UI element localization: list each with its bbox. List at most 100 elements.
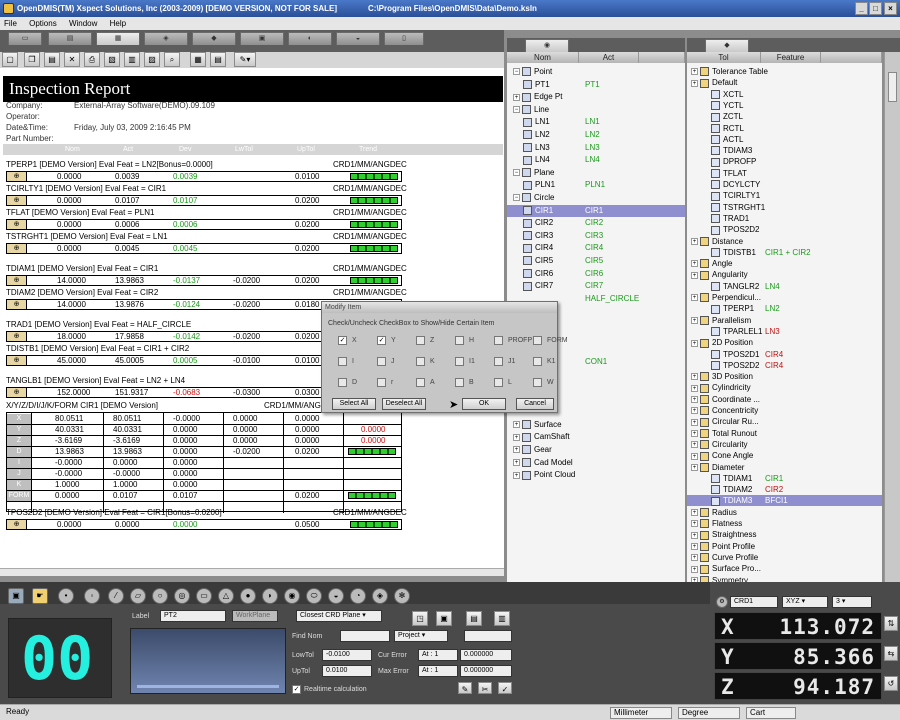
slot-tool-icon[interactable]: ⬭ (306, 588, 322, 604)
expand-icon[interactable]: + (691, 68, 698, 76)
tree-item[interactable]: CIR3 CIR3 (507, 230, 685, 242)
angle-select[interactable]: Degree (678, 707, 740, 719)
new-icon[interactable]: ▢ (2, 52, 18, 67)
deselect-all-button[interactable]: Deselect All (382, 398, 426, 410)
expand-icon[interactable]: + (691, 441, 698, 449)
sphere-tool-icon[interactable]: ● (240, 588, 256, 604)
tol-tree-item[interactable]: + Angularity (687, 269, 882, 280)
expand-icon[interactable]: + (691, 339, 698, 347)
expand-icon[interactable]: + (691, 463, 698, 471)
show-item-checkbox[interactable] (377, 378, 386, 387)
expand-icon[interactable]: + (691, 531, 698, 539)
tol-tree-item[interactable]: + Cone Angle (687, 450, 882, 461)
tol-tree-item[interactable]: + Cylindricity (687, 382, 882, 393)
cylinder-tool-icon[interactable]: ▭ (196, 588, 212, 604)
expand-icon[interactable]: + (691, 316, 698, 324)
realtime-checkbox[interactable]: ✓ (292, 685, 301, 694)
show-item-checkbox[interactable] (455, 336, 464, 345)
surface-tool-icon[interactable]: ◒ (328, 588, 344, 604)
tab-8[interactable]: ◒ (336, 32, 380, 45)
circle-tool-icon[interactable]: ○ (152, 588, 168, 604)
hits-slider[interactable] (137, 685, 279, 688)
plane-tool-icon[interactable]: ▱ (130, 588, 146, 604)
delete-icon[interactable]: ✕ (64, 52, 80, 67)
point-tool-icon[interactable]: • (58, 588, 74, 604)
torus-tool-icon[interactable]: ◉ (284, 588, 300, 604)
expand-icon[interactable]: + (691, 565, 698, 573)
tree-item[interactable]: + Surface (507, 419, 685, 431)
tab-2[interactable]: ▤ (48, 32, 92, 45)
lowtol-input[interactable]: -0.0100 (322, 649, 372, 661)
scroll-thumb[interactable] (888, 72, 897, 102)
tol-tree-item[interactable]: + Radius (687, 507, 882, 518)
expand-icon[interactable]: + (513, 446, 520, 454)
gear-tool-icon[interactable]: ✻ (394, 588, 410, 604)
find-nom-input[interactable] (340, 630, 390, 642)
close-button[interactable]: × (884, 2, 897, 15)
tol-tree-item[interactable]: + Surface Pro... (687, 563, 882, 574)
dro-icon-1[interactable]: ⇅ (884, 616, 898, 631)
feature-row[interactable]: ⊕ 0.0000 0.0107 0.0107 0.0200 (6, 195, 402, 206)
tol-tree-item[interactable]: + Symmetry (687, 575, 882, 582)
tol-tree-item[interactable]: + Point Profile (687, 541, 882, 552)
tol-tree-item[interactable]: +3D Position (687, 371, 882, 382)
show-item-checkbox[interactable] (494, 336, 503, 345)
measure-icon-3[interactable]: ▤ (466, 611, 482, 626)
tol-tree-item[interactable]: TPOS2D1 CIR4 (687, 349, 882, 360)
bottom-icon-3[interactable]: ✓ (498, 682, 512, 694)
options-dropdown-icon[interactable]: ✎▾ (234, 52, 256, 67)
tree-item[interactable]: + Gear (507, 444, 685, 456)
menu-options[interactable]: Options (29, 17, 57, 30)
tab-4[interactable]: ◈ (144, 32, 188, 45)
tol-tree-item[interactable]: + Coordinate ... (687, 394, 882, 405)
feature-row[interactable]: ⊕ 0.0000 0.0039 0.0039 0.0100 (6, 171, 402, 182)
show-item-checkbox[interactable] (455, 378, 464, 387)
tol-tree-item[interactable]: + Diameter (687, 462, 882, 473)
show-item-checkbox[interactable] (494, 378, 503, 387)
show-item-checkbox[interactable] (455, 357, 464, 366)
select-all-button[interactable]: Select All (332, 398, 376, 410)
crd-select[interactable]: CRD1 (730, 596, 778, 608)
feature-row[interactable]: ⊕ 0.0000 0.0006 0.0006 0.0200 (6, 219, 402, 230)
scan-tool-icon[interactable]: ◈ (372, 588, 388, 604)
expand-icon[interactable]: + (691, 418, 698, 426)
dro-icon-3[interactable]: ↺ (884, 676, 898, 691)
tree-item[interactable]: LN4 LN4 (507, 154, 685, 166)
expand-icon[interactable]: + (513, 433, 520, 441)
expand-icon[interactable]: − (513, 68, 520, 76)
tree-item[interactable]: CIR1 CIR1 (507, 204, 685, 217)
zoom-icon[interactable]: ⌕ (164, 52, 180, 67)
expand-icon[interactable]: − (513, 169, 520, 177)
bottom-icon-1[interactable]: ✎ (458, 682, 472, 694)
tree-item[interactable]: + Cad Model (507, 457, 685, 469)
expand-icon[interactable]: + (513, 471, 520, 479)
tol-tree-item[interactable]: TDIAM3 BFCI1 (687, 495, 882, 507)
tol-tree-item[interactable]: + Total Runout (687, 428, 882, 439)
page-icon[interactable]: ▥ (124, 52, 140, 67)
tol-tree-item[interactable]: +2D Position (687, 337, 882, 348)
tab-6[interactable]: ▣ (240, 32, 284, 45)
expand-icon[interactable]: + (691, 429, 698, 437)
tol-tree-item[interactable]: TPARLEL1 LN3 (687, 326, 882, 337)
label-input[interactable]: PT2 (160, 610, 226, 622)
tree-item[interactable]: + Point Cloud (507, 469, 685, 481)
menu-file[interactable]: File (4, 17, 17, 30)
menu-window[interactable]: Window (69, 17, 97, 30)
cancel-button[interactable]: Cancel (516, 398, 554, 410)
layout-icon[interactable]: ▤ (210, 52, 226, 67)
tree-item[interactable]: CIR4 CIR4 (507, 242, 685, 254)
decimals-select[interactable]: 3 ▾ (832, 596, 872, 608)
arc-tool-icon[interactable]: ◗ (262, 588, 278, 604)
tol-tree-item[interactable]: TDIAM1 CIR1 (687, 473, 882, 484)
tol-tree-item[interactable]: XCTL (687, 89, 882, 100)
tol-tree-item[interactable]: + Perpendicul... (687, 292, 882, 303)
tol-tree-item[interactable]: + Circular Ru... (687, 416, 882, 427)
expand-icon[interactable]: + (513, 458, 520, 466)
expand-icon[interactable]: + (691, 407, 698, 415)
expand-icon[interactable]: + (691, 509, 698, 517)
feature-row[interactable]: ⊕ 0.0000 0.0000 0.0000 0.0500 (6, 519, 402, 530)
tol-tree-item[interactable]: + Default (687, 77, 882, 88)
expand-icon[interactable]: − (513, 106, 520, 114)
tol-tree-item[interactable]: TDIAM2 CIR2 (687, 484, 882, 495)
feature-row[interactable]: ⊕ 0.0000 0.0045 0.0045 0.0200 (6, 243, 402, 254)
